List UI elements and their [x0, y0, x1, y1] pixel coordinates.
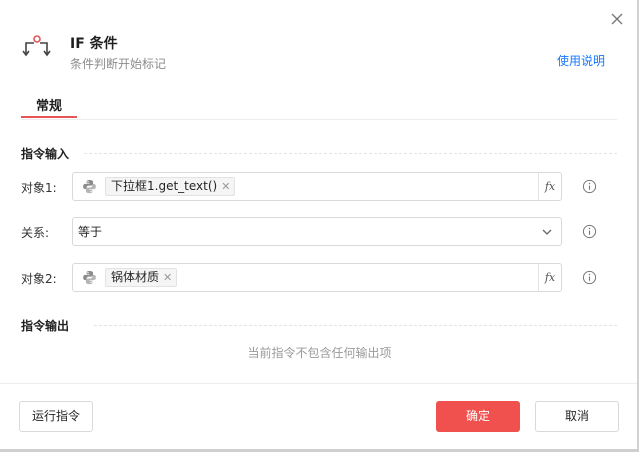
- object2-label: 对象2:: [21, 272, 57, 286]
- relation-value: 等于: [78, 225, 103, 239]
- close-icon[interactable]: [607, 9, 627, 29]
- tab-divider: [21, 119, 617, 120]
- confirm-button[interactable]: 确定: [436, 401, 520, 432]
- relation-select[interactable]: 等于: [72, 217, 562, 246]
- variable-tag: 下拉框1.get_text() ✕: [105, 177, 236, 196]
- dialog-title: IF 条件: [70, 36, 118, 52]
- dialog-subtitle: 条件判断开始标记: [70, 57, 167, 71]
- tag-remove-icon[interactable]: ✕: [221, 178, 230, 195]
- object1-input[interactable]: 下拉框1.get_text() ✕ fx: [72, 172, 562, 201]
- help-link[interactable]: 使用说明: [557, 52, 605, 69]
- if-condition-dialog: IF 条件 条件判断开始标记 使用说明 常规 指令输入 对象1: 下拉框1.ge…: [0, 0, 639, 452]
- run-command-button[interactable]: 运行指令: [19, 401, 93, 432]
- input-section-title: 指令输入: [21, 147, 70, 161]
- output-section-title: 指令输出: [21, 319, 70, 333]
- variable-tag: 锅体材质 ✕: [105, 268, 178, 287]
- python-icon: [83, 179, 96, 194]
- object1-label: 对象1:: [21, 181, 57, 195]
- tag-remove-icon[interactable]: ✕: [163, 269, 172, 286]
- relation-label: 关系:: [21, 226, 50, 240]
- section-divider: [84, 153, 617, 154]
- info-icon[interactable]: [582, 270, 597, 285]
- active-tab-indicator: [21, 116, 77, 118]
- footer-divider: [0, 383, 637, 384]
- section-divider: [94, 325, 617, 326]
- fx-button[interactable]: fx: [539, 264, 561, 291]
- info-icon[interactable]: [582, 179, 597, 194]
- tag-text: 锅体材质: [111, 270, 160, 284]
- tag-text: 下拉框1.get_text(): [111, 179, 218, 193]
- info-icon[interactable]: [582, 224, 597, 239]
- fx-button[interactable]: fx: [539, 173, 561, 200]
- python-icon: [83, 270, 96, 285]
- empty-output-text: 当前指令不包含任何输出项: [247, 346, 392, 360]
- chevron-down-icon: [542, 229, 552, 235]
- object2-input[interactable]: 锅体材质 ✕ fx: [72, 263, 562, 292]
- cancel-button[interactable]: 取消: [535, 401, 619, 432]
- if-branch-icon: [22, 35, 51, 57]
